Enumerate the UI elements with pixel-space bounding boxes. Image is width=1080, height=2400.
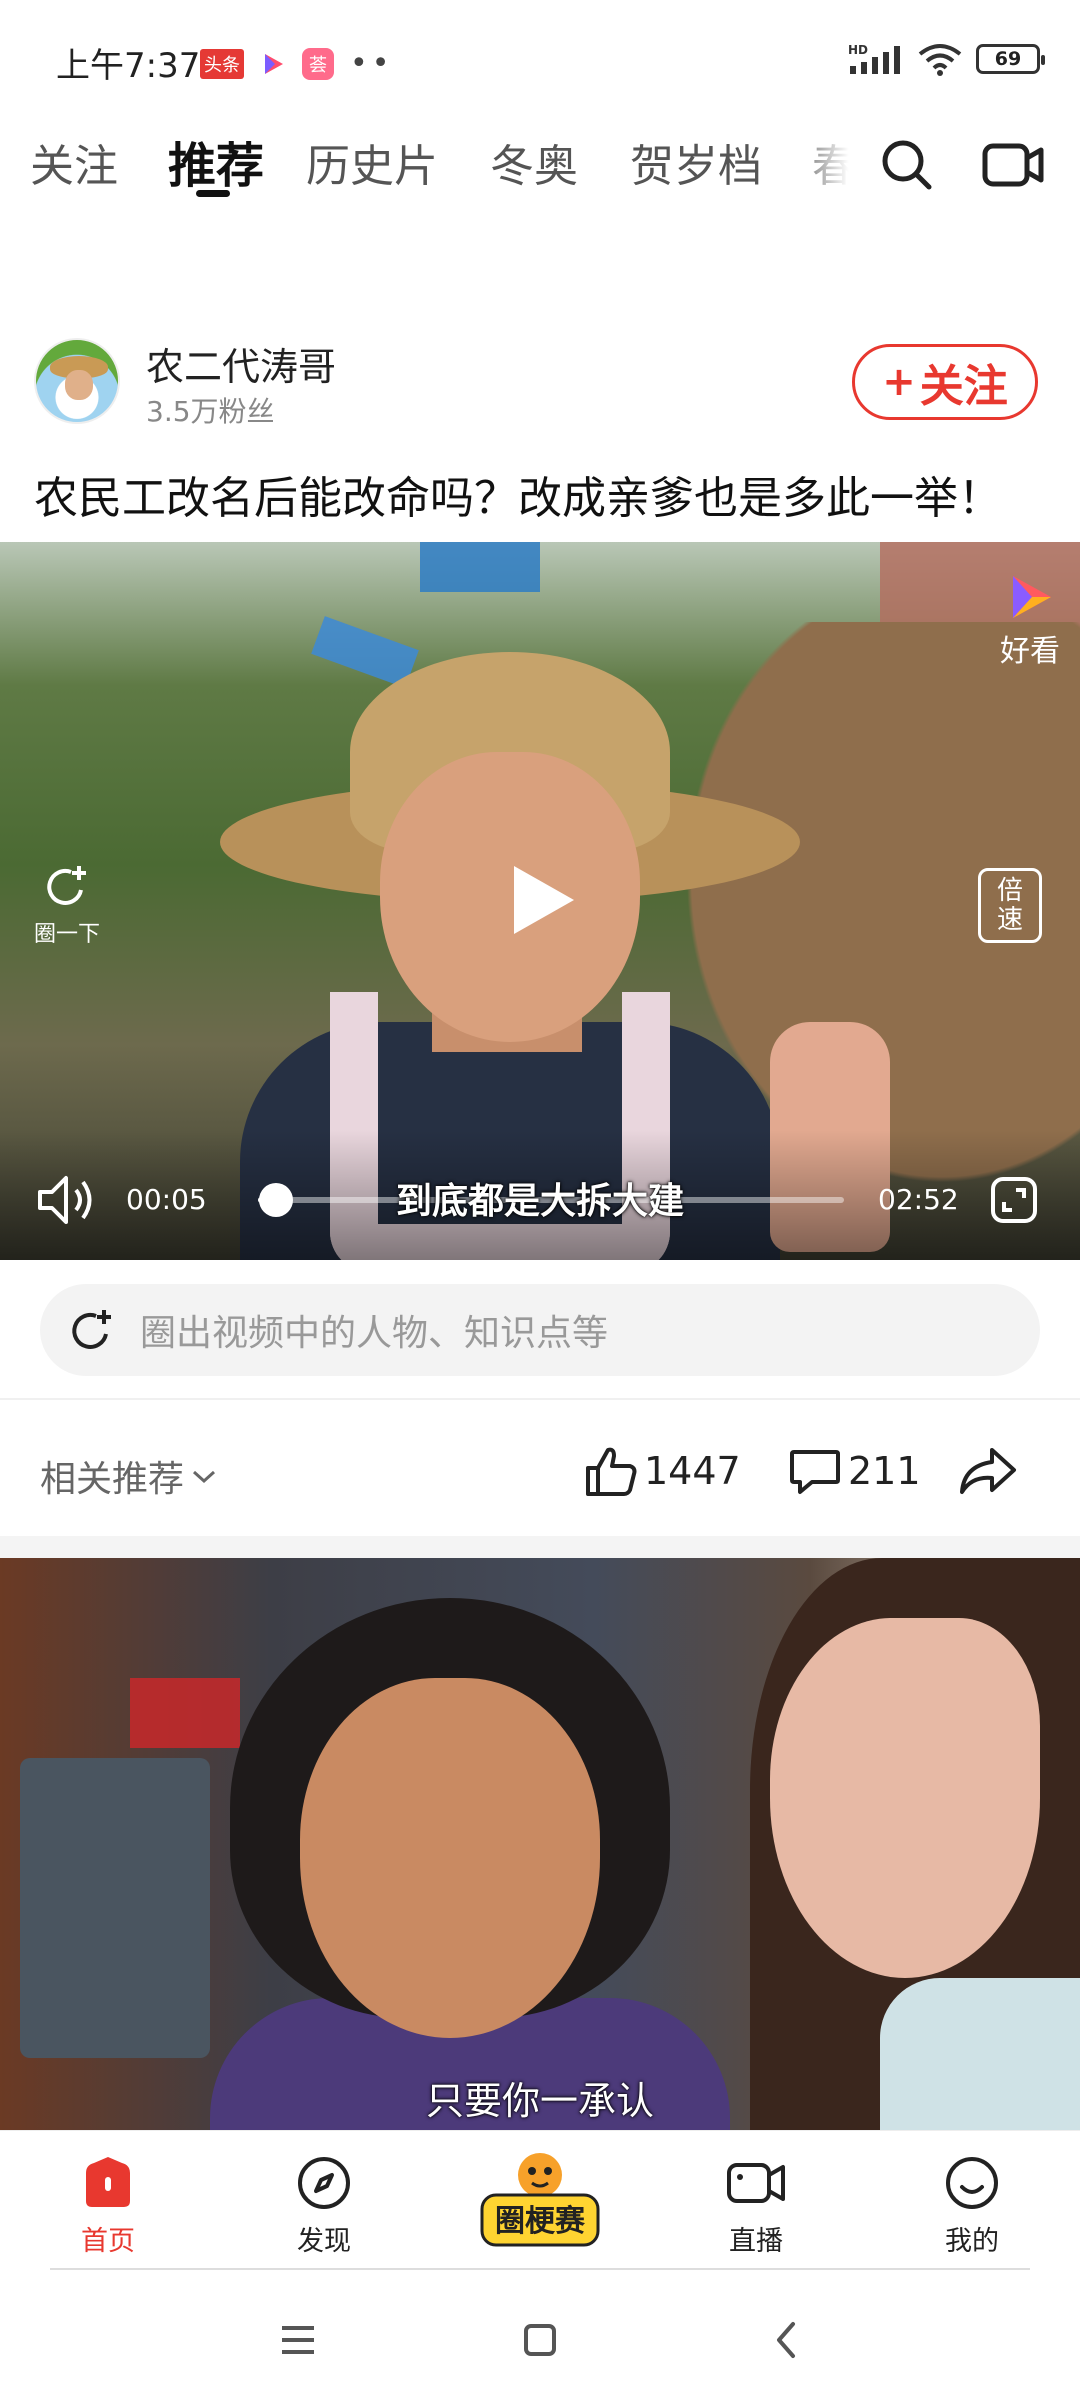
meme-contest-badge: 圈梗赛 — [480, 2153, 600, 2247]
svg-text:HD: HD — [848, 43, 868, 57]
post-title[interactable]: 农民工改名后能改命吗？改成亲爹也是多此一举！ — [34, 462, 1002, 526]
home-icon — [86, 2157, 130, 2207]
notification-icons: 头条 荟 •• — [200, 46, 393, 81]
haokan-logo-icon — [1013, 576, 1051, 618]
circle-search-bar[interactable]: 圈出视频中的人物、知识点等 — [40, 1284, 1040, 1376]
comment-icon — [790, 1450, 840, 1494]
thumbs-up-icon — [586, 1447, 637, 1496]
feed-separator — [0, 1536, 1080, 1558]
tabs-fade — [790, 110, 880, 220]
speed-button[interactable]: 倍速 — [978, 868, 1042, 944]
home-system-button[interactable] — [510, 2310, 570, 2370]
active-tab-indicator — [196, 190, 230, 197]
more-notifications-icon: •• — [350, 46, 394, 81]
search-button[interactable] — [872, 130, 942, 200]
cellular-signal-icon: HD — [848, 43, 900, 74]
app-notification-icon: 荟 — [302, 47, 334, 80]
author-fans-count: 3.5万粉丝 — [146, 395, 275, 428]
status-time: 上午7:37 — [56, 46, 201, 86]
related-label: 相关推荐 — [40, 1459, 185, 1500]
status-indicators: HD 69 — [848, 42, 1045, 76]
system-navigation-bar — [0, 2280, 1080, 2400]
bottom-navigation: 首页 发现 圈梗赛 直播 我的 — [0, 2130, 1080, 2270]
status-bar: 上午7:37 头条 荟 •• HD 69 — [0, 0, 1080, 110]
post-action-row: 相关推荐 1447 211 — [0, 1420, 1080, 1520]
tab-winter-olympics[interactable]: 冬奥 — [490, 130, 578, 194]
haokan-logo: 好看 — [1000, 572, 1060, 670]
follow-label: 关注 — [919, 361, 1008, 412]
duration: 02:52 — [878, 1183, 959, 1216]
circle-search-icon-wrap — [62, 1300, 122, 1360]
nav-home-label: 首页 — [81, 2226, 135, 2257]
channel-tabs: 关注 推荐 历史片 冬奥 贺岁档 春 — [0, 110, 1080, 220]
circle-search-placeholder: 圈出视频中的人物、知识点等 — [140, 1313, 609, 1354]
follow-button[interactable]: + 关注 — [852, 344, 1038, 420]
chevron-down-icon — [193, 1470, 216, 1484]
menu-icon — [282, 2326, 314, 2354]
share-icon — [960, 1448, 1016, 1494]
speed-label: 倍速 — [978, 868, 1042, 944]
video-player[interactable]: 好看 圈一下 倍速 00:05 到底都是大拆大建 02:52 — [0, 542, 1080, 1260]
nav-live-label: 直播 — [729, 2226, 783, 2257]
like-button[interactable]: 1447 — [584, 1444, 741, 1498]
nav-discover[interactable]: 发现 — [264, 2155, 384, 2258]
video-camera-button[interactable] — [978, 130, 1048, 200]
tab-history-films[interactable]: 历史片 — [306, 130, 438, 194]
video-frame-person — [730, 1558, 1080, 2130]
related-recommendations-button[interactable]: 相关推荐 — [40, 1450, 218, 1502]
nav-separator — [50, 2268, 1030, 2270]
like-count: 1447 — [644, 1449, 741, 1493]
video-app-notification-icon — [265, 53, 283, 74]
nav-home[interactable]: 首页 — [48, 2155, 168, 2258]
circle-button[interactable]: 圈一下 — [34, 860, 100, 948]
smiley-icon — [946, 2157, 998, 2209]
author-avatar[interactable] — [34, 338, 120, 424]
live-camera-icon — [727, 2163, 785, 2203]
back-chevron-icon — [777, 2322, 795, 2358]
tab-new-year-films[interactable]: 贺岁档 — [630, 130, 762, 194]
share-button[interactable] — [958, 1444, 1018, 1498]
post-author-row: 农二代涛哥 3.5万粉丝 + 关注 — [0, 330, 1080, 440]
svg-text:圈梗赛: 圈梗赛 — [495, 2204, 586, 2239]
toutiao-notification-icon: 头条 — [200, 48, 244, 79]
nav-meme-contest[interactable]: 圈梗赛 — [478, 2149, 602, 2249]
tab-following[interactable]: 关注 — [30, 130, 118, 194]
nav-discover-label: 发现 — [297, 2226, 351, 2257]
circle-label: 圈一下 — [34, 922, 101, 947]
divider — [0, 1398, 1080, 1400]
back-button[interactable] — [756, 2310, 816, 2370]
fullscreen-icon[interactable] — [990, 1176, 1038, 1224]
nav-mine[interactable]: 我的 — [912, 2155, 1032, 2258]
search-icon — [882, 140, 932, 190]
haokan-label: 好看 — [1000, 634, 1060, 669]
next-video-thumbnail[interactable]: 只要你一承认 — [0, 1558, 1080, 2130]
comment-count: 211 — [848, 1449, 921, 1493]
video-frame-person — [210, 1598, 750, 2130]
play-icon[interactable] — [508, 860, 580, 940]
circle-plus-icon — [72, 1310, 111, 1349]
nav-live[interactable]: 直播 — [696, 2155, 816, 2258]
author-name[interactable]: 农二代涛哥 — [146, 336, 336, 391]
comment-button[interactable]: 211 — [788, 1444, 921, 1498]
tab-recommended[interactable]: 推荐 — [168, 126, 264, 196]
video-camera-icon — [982, 143, 1044, 187]
plus-icon: + — [882, 359, 916, 405]
nav-mine-label: 我的 — [945, 2226, 999, 2257]
square-icon — [524, 2324, 556, 2356]
compass-icon — [298, 2157, 350, 2209]
recent-apps-button[interactable] — [268, 2310, 328, 2370]
video2-subtitle: 只要你一承认 — [425, 2079, 654, 2123]
wifi-icon — [918, 44, 962, 76]
circle-plus-icon — [47, 866, 86, 905]
battery-icon: 69 — [976, 44, 1045, 74]
